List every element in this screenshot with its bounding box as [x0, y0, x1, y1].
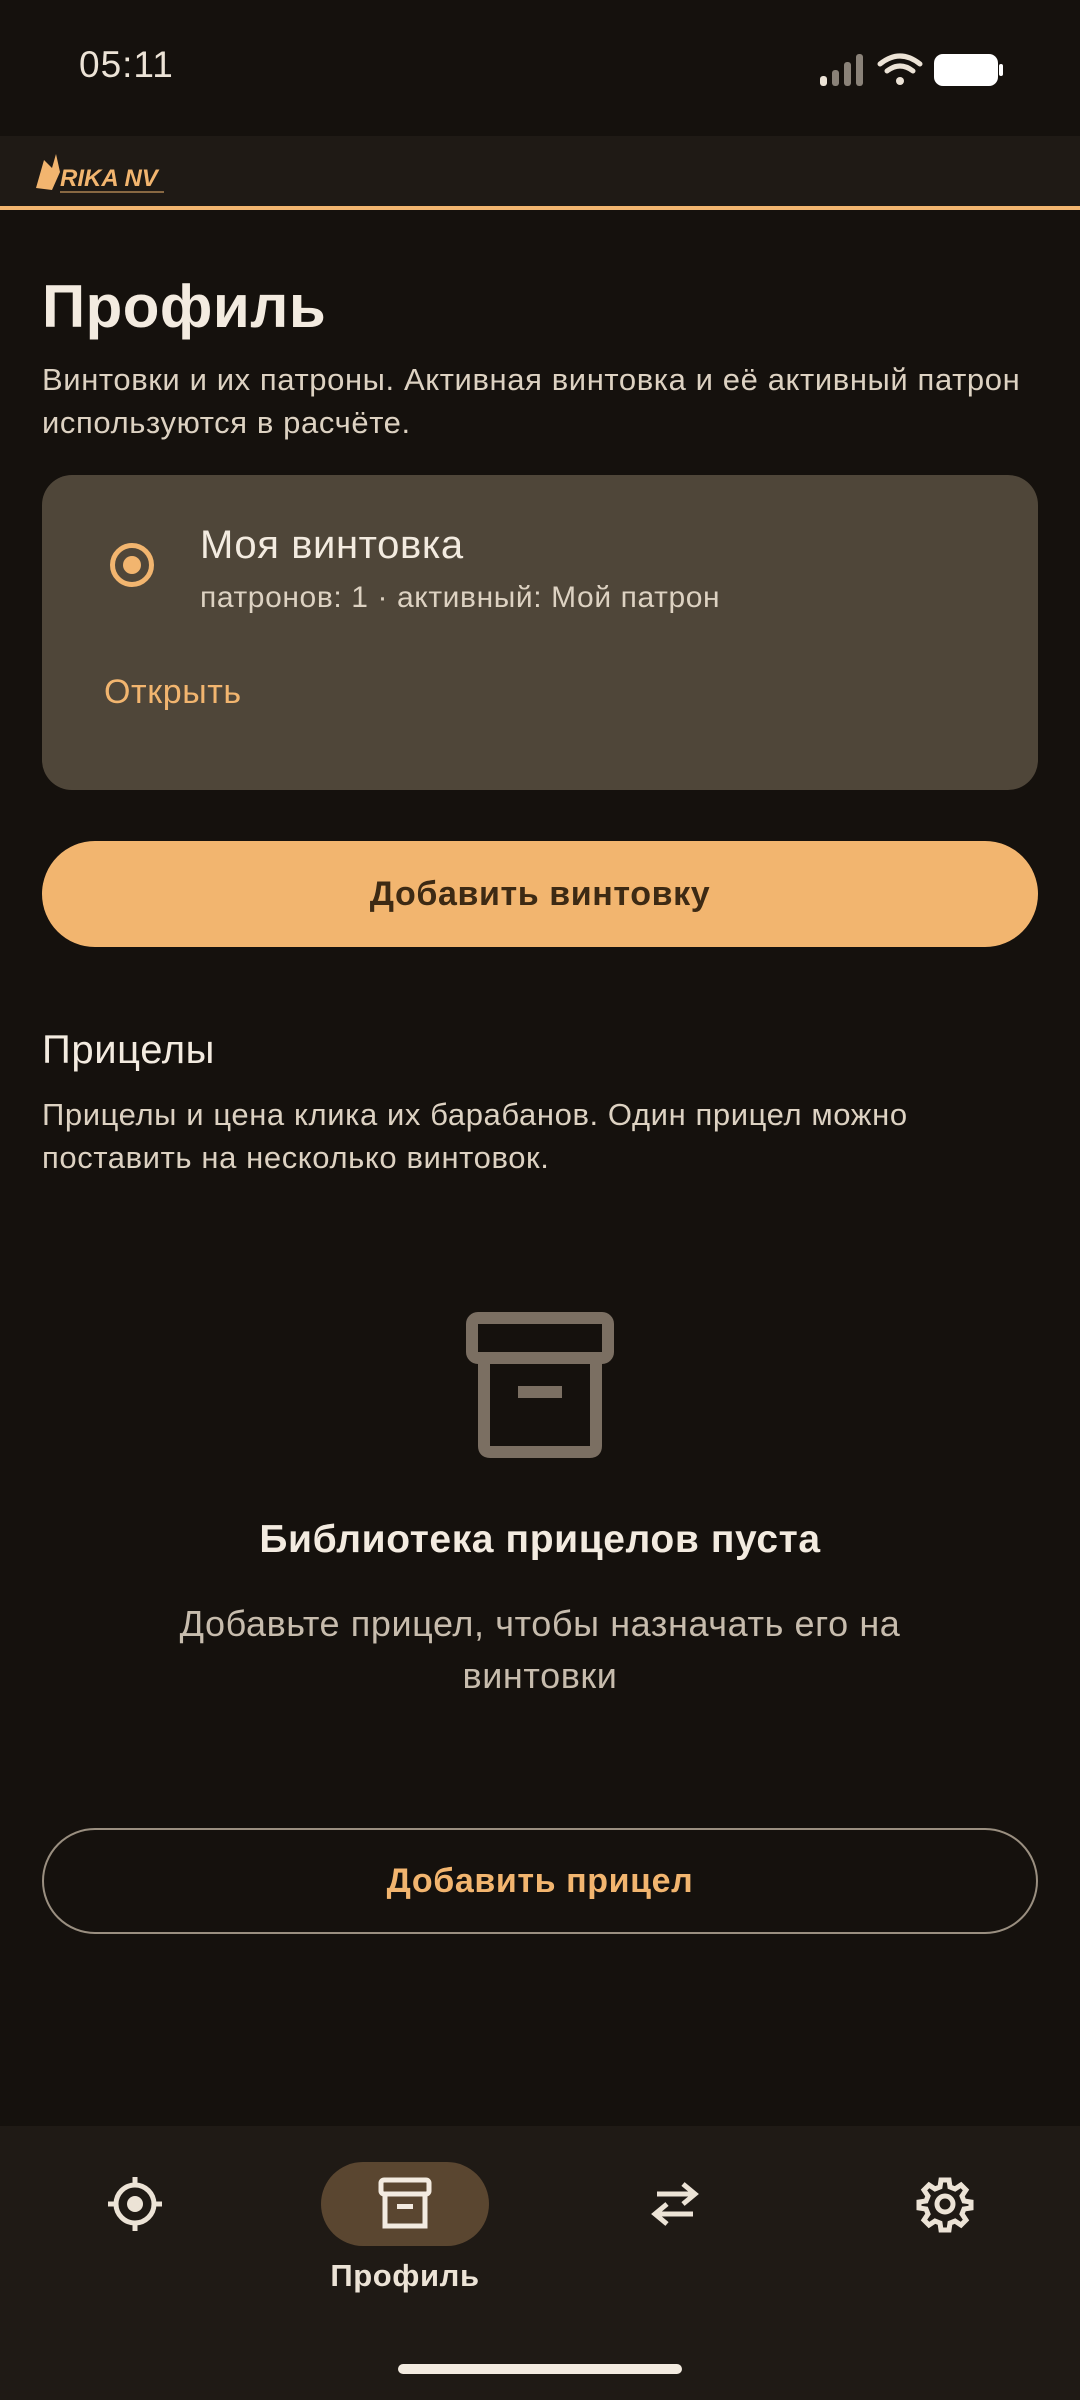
crosshair-icon	[108, 2177, 162, 2231]
scopes-section-title: Прицелы	[42, 1028, 216, 1072]
archive-icon	[378, 2177, 432, 2229]
nav-label-profile: Профиль	[330, 2258, 480, 2293]
nav-icon-container-active	[321, 2162, 489, 2246]
signal-icon	[820, 54, 863, 86]
gear-icon	[916, 2177, 974, 2233]
swap-arrows-icon	[651, 2182, 699, 2226]
status-bar: 05:11	[0, 0, 1080, 136]
rifle-meta: патронов: 1 · активный: Мой патрон	[200, 581, 721, 614]
home-indicator[interactable]	[398, 2364, 682, 2374]
nav-item-profile[interactable]: Профиль	[270, 2162, 540, 2322]
wifi-icon	[877, 53, 923, 85]
nav-icon-container	[861, 2162, 1029, 2246]
rifle-name: Моя винтовка	[200, 523, 464, 567]
page-subtitle: Винтовки и их патроны. Активная винтовка…	[42, 362, 1021, 440]
nav-item-calculator[interactable]	[0, 2162, 270, 2322]
app-bar: RIKA NV	[0, 136, 1080, 210]
brand-logo: RIKA NV	[30, 146, 170, 198]
nav-icon-container	[591, 2162, 759, 2246]
add-scope-button[interactable]: Добавить прицел	[42, 1828, 1038, 1934]
archive-box-icon	[462, 1310, 618, 1460]
nav-icon-container	[51, 2162, 219, 2246]
scopes-section-subtitle: Прицелы и цена клика их барабанов. Один …	[42, 1097, 908, 1175]
add-rifle-button[interactable]: Добавить винтовку	[42, 841, 1038, 947]
logo-text: RIKA NV	[60, 165, 160, 192]
battery-icon	[934, 54, 1003, 86]
nav-item-settings[interactable]	[810, 2162, 1080, 2322]
page-title: Профиль	[42, 273, 327, 340]
status-time: 05:11	[79, 44, 174, 85]
empty-state-title: Библиотека прицелов пуста	[259, 1518, 821, 1561]
empty-state-text: Добавьте прицел, чтобы назначать его на …	[179, 1603, 901, 1696]
open-rifle-button[interactable]: Открыть	[104, 673, 242, 712]
bottom-nav: Профиль	[0, 2126, 1080, 2400]
rifle-card[interactable]: Моя винтовка патронов: 1 · активный: Мой…	[42, 475, 1038, 790]
active-rifle-radio[interactable]	[110, 543, 154, 587]
nav-item-convert[interactable]	[540, 2162, 810, 2322]
status-icons	[804, 50, 1004, 90]
